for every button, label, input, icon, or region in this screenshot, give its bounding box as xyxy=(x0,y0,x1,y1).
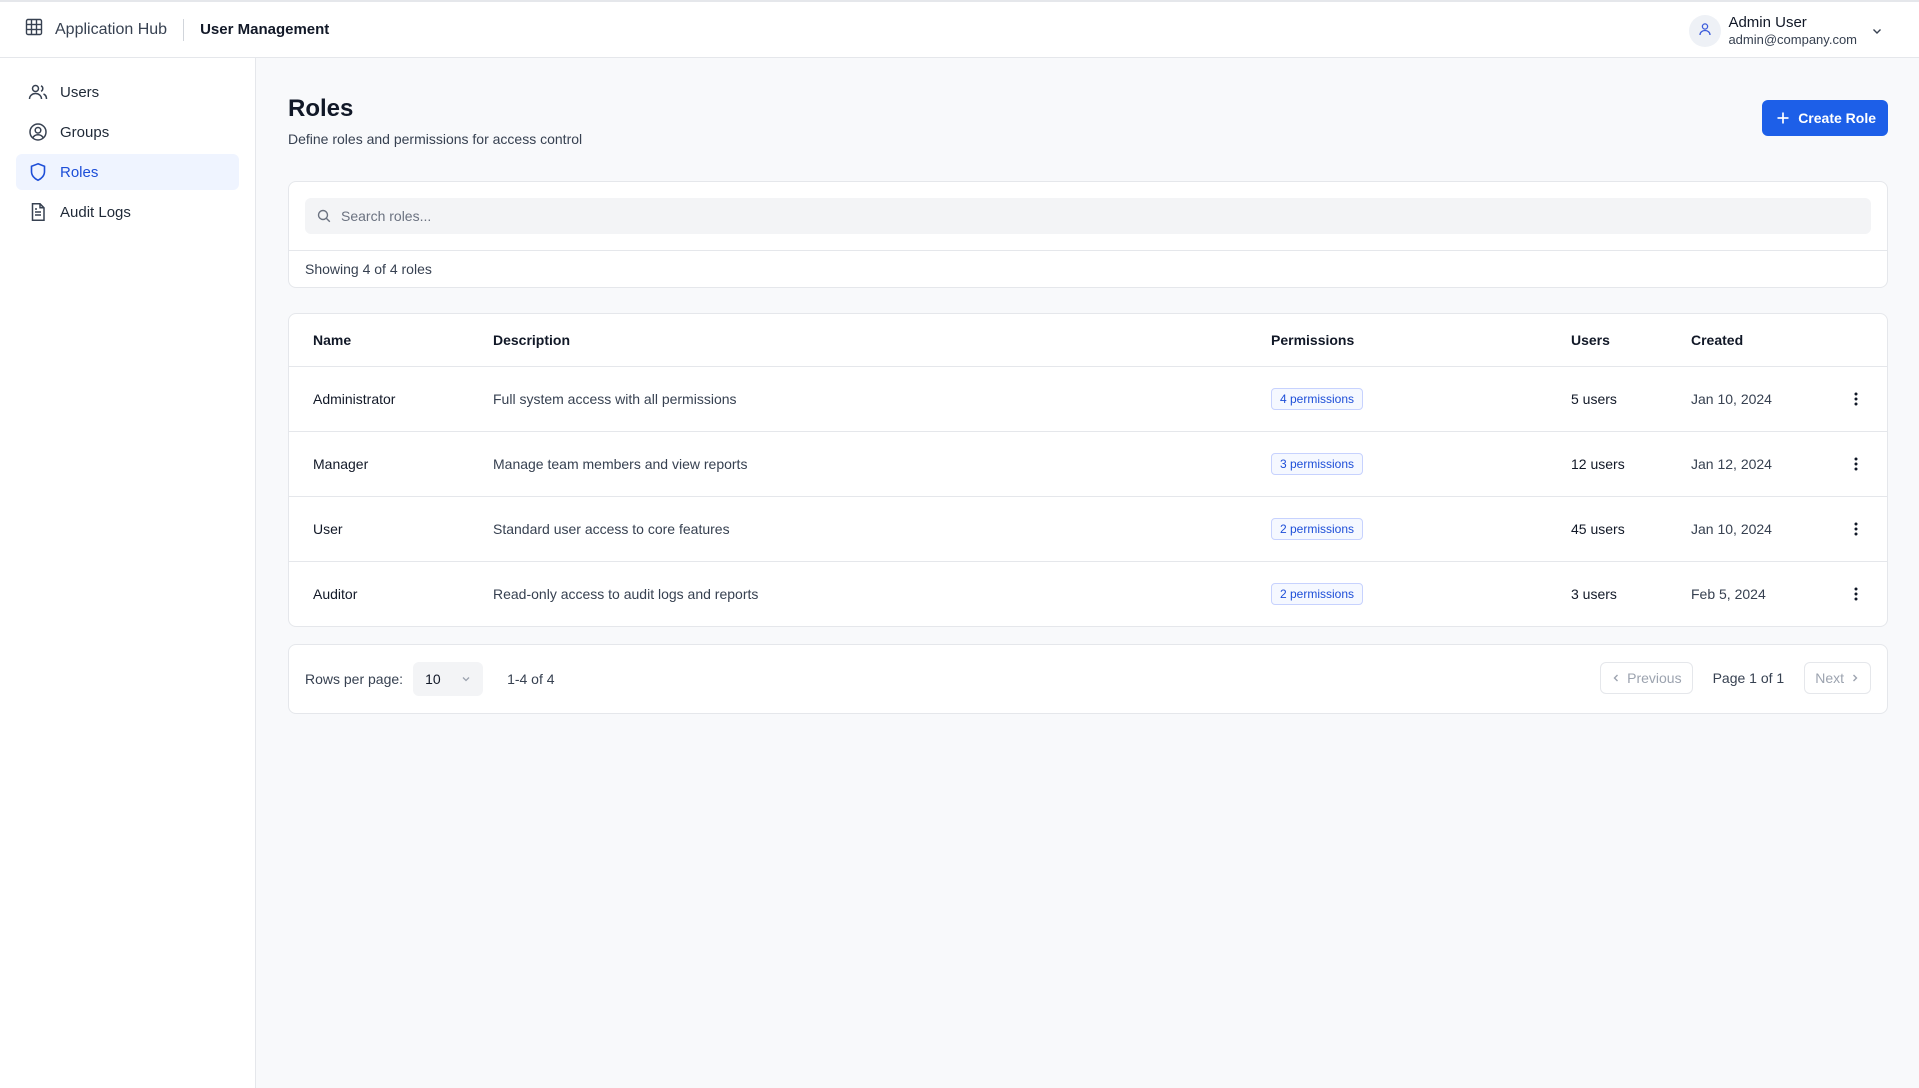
role-created: Jan 12, 2024 xyxy=(1691,456,1772,472)
sidebar-item-audit-logs[interactable]: Audit Logs xyxy=(16,194,239,230)
permissions-badge[interactable]: 3 permissions xyxy=(1271,453,1364,475)
search-box[interactable] xyxy=(305,198,1871,234)
role-name: User xyxy=(313,521,343,537)
sidebar-item-users[interactable]: Users xyxy=(16,74,239,110)
role-users: 5 users xyxy=(1571,391,1617,407)
top-bar: Application Hub User Management Admin Us… xyxy=(0,0,1919,58)
role-name: Administrator xyxy=(313,391,396,407)
results-count: Showing 4 of 4 roles xyxy=(305,261,432,277)
sidebar-item-roles[interactable]: Roles xyxy=(16,154,239,190)
sidebar-item-label: Groups xyxy=(60,123,110,141)
sidebar-item-label: Users xyxy=(60,83,100,101)
user-menu[interactable]: Admin User admin@company.com xyxy=(1689,14,1883,48)
permissions-cell: 2 permissions xyxy=(1271,518,1571,540)
role-description: Manage team members and view reports xyxy=(493,456,748,472)
shield-icon xyxy=(28,162,48,182)
previous-button[interactable]: Previous xyxy=(1600,662,1693,694)
role-description: Standard user access to core features xyxy=(493,521,730,537)
page-title: Roles xyxy=(288,95,354,122)
page-subtitle: Define roles and permissions for access … xyxy=(288,131,583,147)
chevron-right-icon xyxy=(1850,673,1860,683)
chevron-down-icon[interactable] xyxy=(1871,25,1883,37)
role-users: 12 users xyxy=(1571,456,1625,472)
table-row[interactable]: Auditor Read-only access to audit logs a… xyxy=(289,561,1887,626)
previous-label: Previous xyxy=(1627,670,1682,686)
plus-icon xyxy=(1776,111,1790,125)
brand-divider xyxy=(183,18,185,41)
permissions-cell: 2 permissions xyxy=(1271,583,1571,605)
role-users: 45 users xyxy=(1571,521,1625,537)
more-vertical-icon[interactable] xyxy=(1836,457,1876,471)
permissions-badge[interactable]: 2 permissions xyxy=(1271,518,1364,540)
chevron-left-icon xyxy=(1611,673,1621,683)
role-created: Jan 10, 2024 xyxy=(1691,521,1772,537)
role-description: Full system access with all permissions xyxy=(493,391,737,407)
more-vertical-icon[interactable] xyxy=(1836,522,1876,536)
app-name[interactable]: Application Hub xyxy=(55,21,167,39)
create-role-label: Create Role xyxy=(1798,110,1876,126)
rows-per-page-select[interactable]: 10 xyxy=(413,662,484,696)
page-range: 1-4 of 4 xyxy=(507,671,555,687)
header-description: Description xyxy=(493,332,571,348)
user-info[interactable]: Admin User admin@company.com xyxy=(1728,14,1857,48)
rows-per-page-label: Rows per page: xyxy=(305,671,404,687)
main-content: Roles Define roles and permissions for a… xyxy=(288,58,1888,714)
user-name: Admin User xyxy=(1728,14,1807,31)
permissions-badge[interactable]: 2 permissions xyxy=(1271,583,1364,605)
role-users: 3 users xyxy=(1571,586,1617,602)
role-name: Auditor xyxy=(313,586,358,602)
brand: Application Hub User Management xyxy=(25,18,329,41)
rows-per-page-value: 10 xyxy=(425,671,441,687)
document-icon xyxy=(28,202,48,222)
sidebar-item-label: Roles xyxy=(60,163,99,181)
next-button[interactable]: Next xyxy=(1804,662,1871,694)
section-name: User Management xyxy=(200,21,330,38)
search-input[interactable] xyxy=(341,208,1871,224)
header-users: Users xyxy=(1571,332,1610,348)
user-circle-icon xyxy=(28,122,48,142)
table-header: Name Description Permissions Users Creat… xyxy=(289,314,1887,366)
sidebar-item-groups[interactable]: Groups xyxy=(16,114,239,150)
pagination: Rows per page: 10 1-4 of 4 Previous Page… xyxy=(288,644,1888,714)
search-icon xyxy=(317,209,331,223)
sidebar-item-label: Audit Logs xyxy=(60,203,131,221)
role-created: Feb 5, 2024 xyxy=(1691,586,1766,602)
table-row[interactable]: Manager Manage team members and view rep… xyxy=(289,431,1887,496)
table-row[interactable]: User Standard user access to core featur… xyxy=(289,496,1887,561)
header-created[interactable]: Created xyxy=(1691,332,1836,348)
permissions-cell: 4 permissions xyxy=(1271,388,1571,410)
search-divider xyxy=(289,250,1887,251)
role-description: Read-only access to audit logs and repor… xyxy=(493,586,759,602)
avatar[interactable] xyxy=(1689,15,1722,47)
user-icon xyxy=(1698,22,1712,41)
role-created: Jan 10, 2024 xyxy=(1691,391,1772,407)
role-name: Manager xyxy=(313,456,369,472)
header-name[interactable]: Name xyxy=(289,332,493,348)
page-info: Page 1 of 1 xyxy=(1712,670,1785,686)
more-vertical-icon[interactable] xyxy=(1836,587,1876,601)
sidebar: Users Groups Roles Audit Logs xyxy=(0,58,256,1088)
more-vertical-icon[interactable] xyxy=(1836,392,1876,406)
roles-table: Name Description Permissions Users Creat… xyxy=(288,313,1888,627)
header-permissions: Permissions xyxy=(1271,332,1355,348)
permissions-cell: 3 permissions xyxy=(1271,453,1571,475)
users-icon xyxy=(28,82,48,102)
search-card: Showing 4 of 4 roles xyxy=(288,181,1888,288)
user-email: admin@company.com xyxy=(1728,32,1857,47)
create-role-button[interactable]: Create Role xyxy=(1762,100,1888,136)
next-label: Next xyxy=(1815,670,1844,686)
pager-controls: Previous Page 1 of 1 Next xyxy=(1600,662,1871,694)
permissions-badge[interactable]: 4 permissions xyxy=(1271,388,1364,410)
table-row[interactable]: Administrator Full system access with al… xyxy=(289,366,1887,431)
chevron-down-icon xyxy=(461,671,471,687)
grid-icon[interactable] xyxy=(25,18,43,41)
